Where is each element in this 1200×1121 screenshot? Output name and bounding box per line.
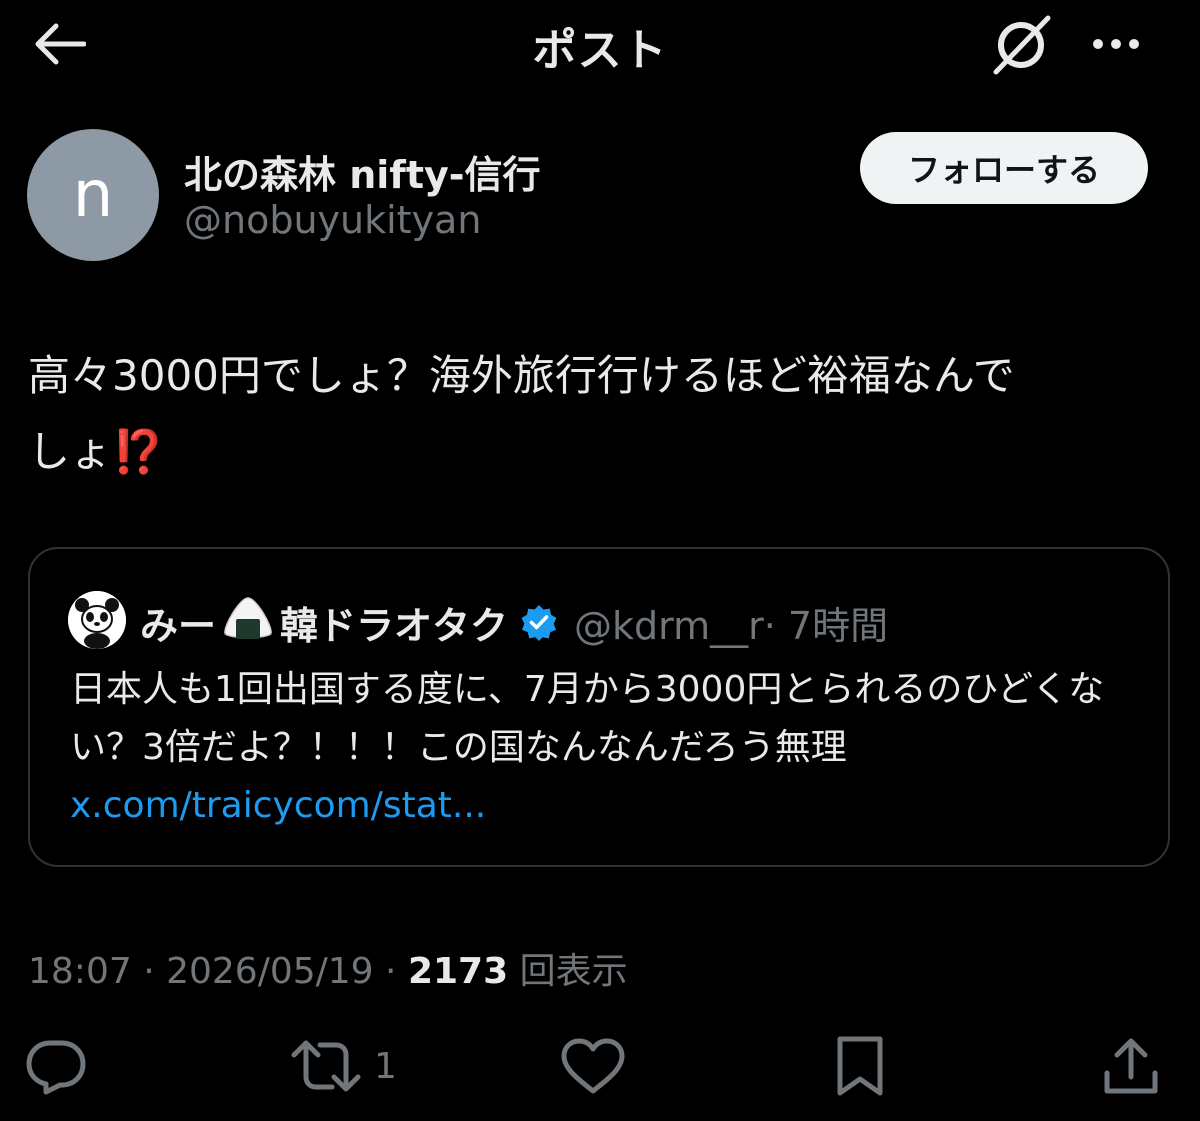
more-dot	[1129, 39, 1139, 49]
repost-count: 1	[374, 1045, 397, 1087]
avatar-letter: n	[72, 158, 114, 232]
heart-icon	[561, 1038, 625, 1094]
bookmark-button[interactable]	[832, 1030, 896, 1102]
meta-separator: ·	[131, 951, 167, 992]
reply-button[interactable]	[24, 1030, 94, 1102]
quoted-post-time: · 7時間	[763, 604, 889, 648]
grok-button[interactable]	[986, 10, 1060, 78]
quoted-author-name-suffix: 韓ドラオタク	[280, 604, 509, 648]
quoted-author-handle: @kdrm__r· 7時間	[574, 595, 888, 650]
post-time: 18:07	[28, 951, 132, 992]
bookmark-icon	[837, 1036, 883, 1096]
follow-button[interactable]: フォローする	[860, 132, 1148, 204]
post-date: 2026/05/19	[166, 951, 374, 992]
author-handle[interactable]: @nobuyukityan	[184, 198, 481, 242]
verified-badge-icon	[520, 604, 558, 642]
more-options-button[interactable]	[1080, 20, 1152, 68]
like-button[interactable]	[560, 1030, 632, 1102]
quoted-post-link[interactable]: x.com/traicycom/stat...	[70, 785, 486, 826]
quoted-author-name-prefix: みー	[140, 604, 217, 648]
repost-icon	[291, 1040, 361, 1092]
grok-icon	[993, 15, 1051, 75]
quoted-post-header: みー 韓ドラオタク @kdrm__r· 7時間	[140, 595, 888, 650]
panda-icon	[68, 591, 126, 649]
post-text-line-1: 高々3000円でしょ？海外旅行行けるほど裕福なんで	[28, 351, 1015, 400]
post-text-line-2: しょ⁉️	[28, 414, 1178, 490]
more-dot	[1111, 39, 1121, 49]
reply-icon	[26, 1040, 86, 1095]
avatar[interactable]: n	[27, 129, 159, 261]
meta-separator: ·	[373, 951, 408, 992]
quoted-handle-text: @kdrm__r	[574, 604, 764, 648]
post-meta: 18:07 · 2026/05/19 · 2173 回表示	[28, 942, 628, 994]
quoted-post-body: 日本人も1回出国する度に、7月から3000円とられるのひどくない？3倍だよ？！！…	[70, 669, 1105, 768]
author-name[interactable]: 北の森林 nifty-信行	[184, 144, 541, 199]
share-icon	[1104, 1038, 1158, 1094]
quoted-post-card[interactable]: みー 韓ドラオタク @kdrm__r· 7時間 日本人も1回出国する度に、7月か…	[28, 547, 1170, 867]
post-text: 高々3000円でしょ？海外旅行行けるほど裕福なんで しょ⁉️	[28, 338, 1178, 490]
views-count[interactable]: 2173	[408, 951, 508, 992]
more-dots-icon	[1093, 39, 1103, 49]
views-label: 回表示	[508, 951, 628, 992]
post-text-line-2-text: しょ	[28, 427, 113, 476]
share-button[interactable]	[1102, 1030, 1164, 1102]
repost-button[interactable]: 1	[290, 1030, 420, 1102]
quoted-post-text: 日本人も1回出国する度に、7月から3000円とられるのひどくない？3倍だよ？！！…	[70, 661, 1150, 835]
onigiri-emoji-icon	[220, 595, 276, 650]
quoted-post-avatar	[68, 591, 126, 649]
exclamation-question-emoji: ⁉️	[112, 427, 165, 476]
